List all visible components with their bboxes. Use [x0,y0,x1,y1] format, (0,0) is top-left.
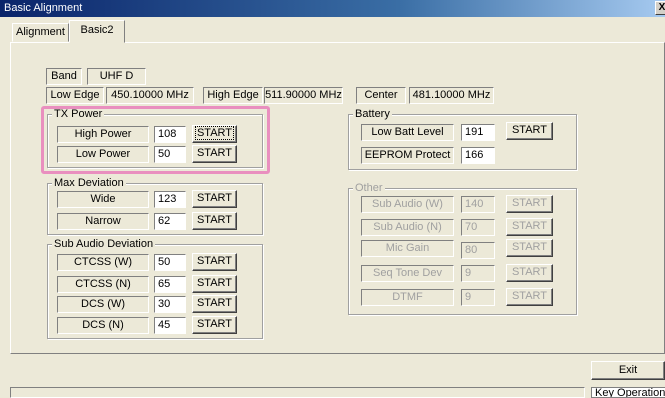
window-title: Basic Alignment [4,2,83,14]
low-batt-start-button[interactable]: START [506,122,553,140]
sub-audio-w-value: 140 [461,196,495,213]
tab-basic2[interactable]: Basic2 [69,20,125,43]
low-edge-value: 450.10000 MHz [106,87,194,104]
dcs-n-value[interactable]: 45 [154,317,186,334]
band-value: UHF D [87,68,146,85]
dcs-n-start-button[interactable]: START [192,316,237,334]
high-edge-label: High Edge [203,87,263,104]
ctcss-w-start-button[interactable]: START [192,253,237,271]
ctcss-w-label: CTCSS (W) [57,254,149,271]
status-bar [10,387,585,398]
dtmf-start-button: START [506,288,553,306]
max-deviation-title: Max Deviation [52,177,126,189]
center-label: Center [356,87,406,104]
mic-gain-label: Mic Gain [361,240,454,257]
dtmf-label: DTMF [361,289,454,306]
key-operation-status: Key Operation [591,387,665,398]
exit-button[interactable]: Exit [591,361,665,380]
wide-label: Wide [57,191,149,208]
tab-alignment[interactable]: Alignment [12,23,69,42]
dtmf-value: 9 [461,289,495,306]
low-batt-level-value[interactable]: 191 [461,124,495,141]
sub-audio-n-value: 70 [461,219,495,236]
center-value: 481.10000 MHz [409,87,494,104]
narrow-start-button[interactable]: START [192,212,237,230]
wide-start-button[interactable]: START [192,190,237,208]
eeprom-protect-label: EEPROM Protect [361,147,454,164]
sub-audio-n-label: Sub Audio (N) [361,219,454,236]
sub-audio-w-label: Sub Audio (W) [361,196,454,213]
low-batt-level-label: Low Batt Level [361,124,454,141]
dcs-n-label: DCS (N) [57,317,149,334]
sub-audio-deviation-title: Sub Audio Deviation [52,238,156,250]
eeprom-protect-value[interactable]: 166 [461,147,495,164]
mic-gain-value: 80 [461,242,495,259]
seq-tone-dev-value: 9 [461,265,495,282]
high-edge-value: 511.90000 MHz [264,87,343,104]
ctcss-n-value[interactable]: 65 [154,276,186,293]
dcs-w-value[interactable]: 30 [154,296,186,313]
dcs-w-start-button[interactable]: START [192,295,237,313]
close-button[interactable]: X [655,1,665,15]
mic-gain-start-button: START [506,239,553,257]
highlight-box [41,106,270,174]
band-label: Band [46,68,82,85]
narrow-value[interactable]: 62 [154,213,186,230]
ctcss-n-start-button[interactable]: START [192,275,237,293]
title-bar [0,0,665,17]
narrow-label: Narrow [57,213,149,230]
ctcss-n-label: CTCSS (N) [57,276,149,293]
battery-title: Battery [353,108,392,120]
dcs-w-label: DCS (W) [57,296,149,313]
seq-tone-dev-start-button: START [506,264,553,282]
wide-value[interactable]: 123 [154,191,186,208]
other-title: Other [353,182,385,194]
sub-audio-n-start-button: START [506,218,553,236]
sub-audio-w-start-button: START [506,195,553,213]
seq-tone-dev-label: Seq Tone Dev [361,265,454,282]
low-edge-label: Low Edge [46,87,104,104]
ctcss-w-value[interactable]: 50 [154,254,186,271]
